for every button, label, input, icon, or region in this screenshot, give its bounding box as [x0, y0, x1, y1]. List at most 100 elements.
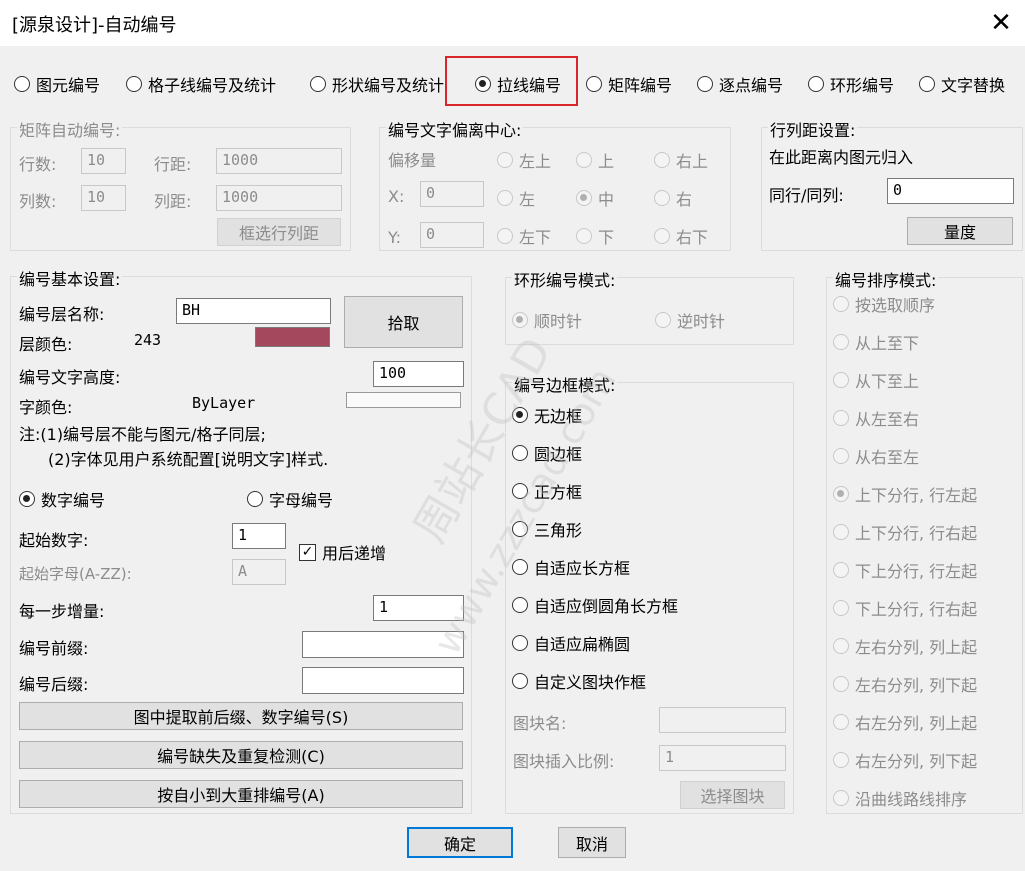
sort-option-9[interactable]: 左右分列, 列上起	[833, 634, 977, 658]
sort-option-8[interactable]: 下上分行, 行右起	[833, 596, 977, 620]
same-rowcol-input[interactable]: 0	[887, 178, 1014, 204]
sort-group-title: 编号排序模式:	[833, 267, 939, 291]
radio-icon	[475, 76, 491, 92]
radio-icon	[512, 407, 528, 423]
sort-option-3[interactable]: 从左至右	[833, 406, 919, 430]
cols-input[interactable]: 10	[81, 185, 126, 211]
sort-option-7[interactable]: 下上分行, 行左起	[833, 558, 977, 582]
pos-bottom[interactable]: 下	[576, 224, 614, 248]
tab-matrix-numbering[interactable]: 矩阵编号	[586, 72, 672, 96]
block-name-input[interactable]	[659, 707, 786, 733]
pick-button[interactable]: 拾取	[344, 296, 463, 348]
sort-option-1[interactable]: 从上至下	[833, 330, 919, 354]
text-height-input[interactable]: 100	[373, 361, 464, 387]
pos-bottom-right[interactable]: 右下	[654, 224, 708, 248]
rowcol-group-title: 行列距设置:	[768, 117, 858, 141]
ok-button[interactable]: 确定	[407, 827, 513, 858]
tab-element-numbering[interactable]: 图元编号	[14, 72, 100, 96]
border-circle-radio[interactable]: 圆边框	[512, 441, 582, 465]
radio-label: 无边框	[534, 407, 583, 426]
pos-center[interactable]: 中	[576, 186, 614, 210]
auto-increment-checkbox[interactable]: ✓ 用后递增	[299, 540, 386, 564]
x-offset-input[interactable]: 0	[420, 181, 484, 207]
same-rowcol-label: 同行/同列:	[769, 186, 844, 205]
tab-shape-numbering[interactable]: 形状编号及统计	[310, 72, 444, 96]
layer-name-input[interactable]: BH	[176, 298, 331, 324]
sort-option-5[interactable]: 上下分行, 行左起	[833, 482, 977, 506]
numeric-numbering-radio[interactable]: 数字编号	[19, 487, 105, 511]
radio-label: 正方框	[534, 483, 583, 502]
radio-label: 从左至右	[855, 410, 920, 429]
cancel-button[interactable]: 取消	[558, 827, 626, 858]
radio-label: 右左分列, 列上起	[855, 714, 978, 733]
pos-label: 上	[598, 152, 615, 171]
radio-icon	[310, 76, 326, 92]
sort-option-2[interactable]: 从下至上	[833, 368, 919, 392]
close-icon[interactable]: ✕	[986, 8, 1016, 38]
suffix-input[interactable]	[302, 667, 464, 694]
sort-option-6[interactable]: 上下分行, 行右起	[833, 520, 977, 544]
sort-option-13[interactable]: 沿曲线路线排序	[833, 786, 967, 810]
sort-option-12[interactable]: 右左分列, 列下起	[833, 748, 977, 772]
pos-top-left[interactable]: 左上	[497, 148, 551, 172]
pos-label: 中	[598, 190, 615, 209]
tab-ring-numbering[interactable]: 环形编号	[808, 72, 894, 96]
radio-icon	[833, 600, 849, 616]
radio-icon	[512, 521, 528, 537]
radio-label: 上下分行, 行左起	[855, 486, 978, 505]
sort-option-0[interactable]: 按选取顺序	[833, 292, 935, 316]
renumber-button[interactable]: 按自小到大重排编号(A)	[19, 780, 463, 808]
tab-line-numbering[interactable]: 拉线编号	[475, 72, 561, 96]
row-gap-input[interactable]: 1000	[216, 148, 342, 174]
col-gap-input[interactable]: 1000	[216, 185, 342, 211]
counterclockwise-radio[interactable]: 逆时针	[655, 308, 725, 332]
radio-icon	[833, 562, 849, 578]
border-triangle-radio[interactable]: 三角形	[512, 517, 582, 541]
radio-label: 上下分行, 行右起	[855, 524, 978, 543]
border-rounded-rect-radio[interactable]: 自适应倒圆角长方框	[512, 593, 678, 617]
border-square-radio[interactable]: 正方框	[512, 479, 582, 503]
pos-top-right[interactable]: 右上	[654, 148, 708, 172]
clockwise-radio[interactable]: 顺时针	[512, 308, 582, 332]
radio-icon	[576, 152, 592, 168]
sort-option-10[interactable]: 左右分列, 列下起	[833, 672, 977, 696]
start-alpha-input[interactable]: A	[232, 559, 286, 585]
tab-text-replace[interactable]: 文字替换	[919, 72, 1005, 96]
pos-bottom-left[interactable]: 左下	[497, 224, 551, 248]
sort-option-11[interactable]: 右左分列, 列上起	[833, 710, 977, 734]
pos-top[interactable]: 上	[576, 148, 614, 172]
tab-label: 形状编号及统计	[332, 76, 445, 95]
measure-button[interactable]: 量度	[907, 217, 1013, 245]
select-rowcol-button[interactable]: 框选行列距	[217, 218, 341, 246]
radio-icon	[576, 228, 592, 244]
pos-right[interactable]: 右	[654, 186, 692, 210]
pos-left[interactable]: 左	[497, 186, 535, 210]
check-missing-duplicate-button[interactable]: 编号缺失及重复检测(C)	[19, 741, 463, 769]
font-color-swatch[interactable]	[346, 392, 461, 408]
step-input[interactable]: 1	[373, 595, 464, 621]
window-title: [源泉设计]-自动编号	[12, 15, 177, 36]
sort-option-4[interactable]: 从右至左	[833, 444, 919, 468]
radio-icon	[654, 152, 670, 168]
border-ellipse-radio[interactable]: 自适应扁椭圆	[512, 631, 630, 655]
select-block-button[interactable]: 选择图块	[680, 781, 785, 809]
border-custom-block-radio[interactable]: 自定义图块作框	[512, 669, 646, 693]
start-num-input[interactable]: 1	[232, 523, 286, 549]
tab-grid-numbering[interactable]: 格子线编号及统计	[126, 72, 276, 96]
tab-point-numbering[interactable]: 逐点编号	[697, 72, 783, 96]
alpha-numbering-radio[interactable]: 字母编号	[247, 487, 333, 511]
rowcol-desc: 在此距离内图元归入	[769, 148, 914, 167]
y-offset-input[interactable]: 0	[420, 222, 484, 248]
extract-prefix-suffix-button[interactable]: 图中提取前后缀、数字编号(S)	[19, 702, 463, 730]
rows-input[interactable]: 10	[81, 148, 126, 174]
radio-label: 左右分列, 列下起	[855, 676, 978, 695]
block-scale-input[interactable]: 1	[659, 745, 786, 771]
border-none-radio[interactable]: 无边框	[512, 403, 582, 427]
radio-icon	[919, 76, 935, 92]
cols-label: 列数:	[19, 192, 57, 211]
border-rect-radio[interactable]: 自适应长方框	[512, 555, 630, 579]
radio-icon	[833, 638, 849, 654]
y-label: Y:	[388, 228, 402, 247]
prefix-input[interactable]	[302, 631, 464, 658]
layer-color-swatch[interactable]	[255, 327, 330, 347]
